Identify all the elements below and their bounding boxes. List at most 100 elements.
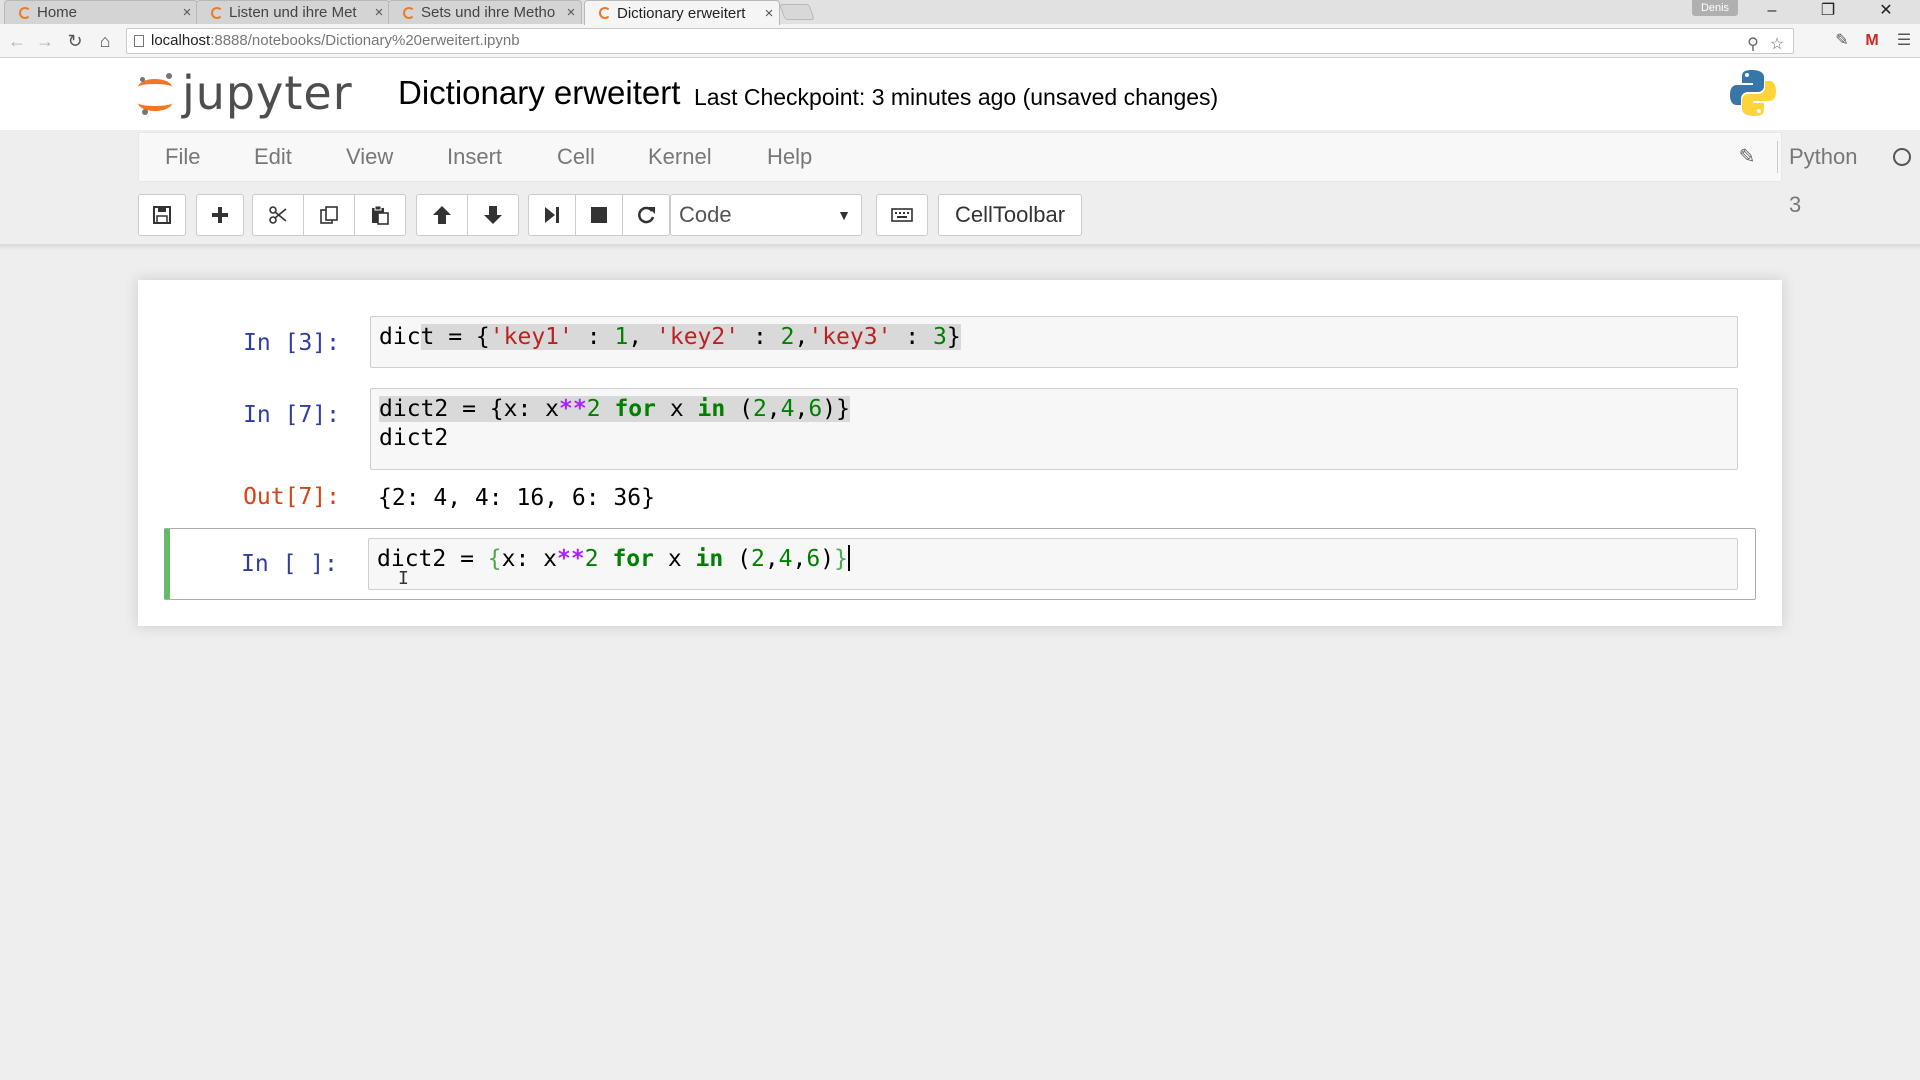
window-close-icon[interactable]: ✕ bbox=[1860, 0, 1912, 22]
output-prompt: Out[7]: bbox=[243, 484, 340, 510]
copy-icon bbox=[320, 206, 338, 224]
code-cell[interactable]: In [3]: dict = {'key1' : 1, 'key2' : 2,'… bbox=[166, 316, 1754, 370]
close-icon[interactable]: × bbox=[561, 4, 581, 21]
tab-title: Home bbox=[37, 4, 78, 21]
jupyter-favicon-icon bbox=[403, 6, 415, 19]
python-logo-icon bbox=[1730, 70, 1776, 116]
code-cell-selected[interactable]: In [ ]: dict2 = {x: x**2 for x in (2,4,6… bbox=[164, 528, 1756, 600]
menubar: File Edit View Insert Cell Kernel Help ✎… bbox=[138, 132, 1911, 217]
browser-tab-sets[interactable]: Sets und ihre Metho × bbox=[388, 0, 582, 24]
jupyter-favicon-icon bbox=[211, 6, 223, 19]
jupyter-header: jupyter Dictionary erweitert Last Checkp… bbox=[0, 58, 1920, 130]
close-icon[interactable]: × bbox=[177, 4, 197, 21]
header-shadow bbox=[0, 244, 1920, 250]
code-editor[interactable]: dict2 = {x: x**2 for x in (2,4,6)} dict2 bbox=[370, 388, 1738, 470]
save-button[interactable] bbox=[138, 194, 186, 236]
page-icon bbox=[134, 35, 144, 47]
input-prompt: In [7]: bbox=[243, 402, 340, 428]
browser-tab-home[interactable]: Home × bbox=[4, 0, 198, 24]
browser-tab-dictionary[interactable]: Dictionary erweitert × bbox=[584, 0, 780, 25]
jupyter-logo-icon bbox=[136, 71, 176, 115]
user-profile-badge[interactable]: Denis bbox=[1692, 0, 1738, 16]
back-arrow-icon[interactable]: ← bbox=[6, 30, 28, 52]
menu-insert[interactable]: Insert bbox=[447, 133, 502, 181]
move-cell-up-button[interactable] bbox=[416, 194, 468, 236]
tab-title: Dictionary erweitert bbox=[617, 4, 746, 22]
cell-type-select[interactable]: Code ▼ bbox=[670, 194, 862, 236]
input-prompt: In [3]: bbox=[243, 330, 340, 356]
menu-view[interactable]: View bbox=[346, 133, 393, 181]
code-line: dict2 = {x: x**2 for x in (2,4,6)} bbox=[379, 396, 850, 422]
url-path: :8888/notebooks/Dictionary%20erweitert.i… bbox=[210, 32, 520, 49]
notebook-container: In [3]: dict = {'key1' : 1, 'key2' : 2,'… bbox=[138, 280, 1782, 626]
keyboard-icon bbox=[891, 208, 913, 222]
interrupt-kernel-button[interactable] bbox=[575, 194, 623, 236]
browser-tabstrip: Home × Listen und ihre Met × Sets und ih… bbox=[0, 0, 1920, 25]
command-palette-button[interactable] bbox=[876, 194, 928, 236]
cut-button[interactable] bbox=[252, 194, 304, 236]
scissors-icon bbox=[269, 206, 287, 224]
cell-type-value: Code bbox=[679, 202, 732, 227]
restore-icon[interactable]: ❐ bbox=[1802, 0, 1854, 22]
jupyter-favicon-icon bbox=[599, 7, 611, 19]
menu-cell[interactable]: Cell bbox=[557, 133, 595, 181]
gmail-icon[interactable]: M bbox=[1860, 30, 1884, 52]
code-line: dict = {'key1' : 1, 'key2' : 2,'key3' : … bbox=[379, 324, 961, 350]
paste-icon bbox=[372, 205, 389, 225]
home-icon[interactable]: ⌂ bbox=[94, 30, 116, 52]
menu-edit[interactable]: Edit bbox=[254, 133, 292, 181]
paste-button[interactable] bbox=[354, 194, 406, 236]
kernel-name: Python 3 bbox=[1789, 144, 1858, 217]
code-line: dict2 = {x: x**2 for x in (2,4,6)} bbox=[377, 545, 850, 572]
menu-file[interactable]: File bbox=[165, 133, 200, 181]
code-cell[interactable]: In [7]: dict2 = {x: x**2 for x in (2,4,6… bbox=[166, 388, 1754, 511]
arrow-down-icon bbox=[484, 206, 502, 224]
insert-cell-button[interactable] bbox=[196, 194, 244, 236]
minimize-icon[interactable]: – bbox=[1746, 0, 1798, 22]
browser-tab-listen[interactable]: Listen und ihre Met × bbox=[196, 0, 390, 24]
kernel-idle-indicator-icon bbox=[1893, 148, 1911, 166]
logo-text: jupyter bbox=[182, 66, 353, 120]
code-line: dict2 bbox=[379, 425, 449, 451]
close-icon[interactable]: × bbox=[369, 4, 389, 21]
celltoolbar-button[interactable]: CellToolbar bbox=[938, 194, 1082, 236]
move-cell-down-button[interactable] bbox=[467, 194, 519, 236]
input-prompt: In [ ]: bbox=[241, 551, 338, 577]
tab-title: Listen und ihre Met bbox=[229, 4, 357, 21]
copy-button[interactable] bbox=[303, 194, 355, 236]
forward-arrow-icon[interactable]: → bbox=[34, 30, 56, 52]
kernel-separator bbox=[1777, 141, 1778, 173]
browser-addressbar: ← → ↻ ⌂ localhost:8888/notebooks/Diction… bbox=[0, 24, 1920, 58]
run-cell-button[interactable] bbox=[528, 194, 576, 236]
save-icon bbox=[153, 206, 171, 224]
extension-pen-icon[interactable]: ✎ bbox=[1830, 30, 1854, 52]
text-cursor bbox=[847, 545, 850, 571]
restart-kernel-button[interactable] bbox=[622, 194, 670, 236]
arrow-up-icon bbox=[433, 206, 451, 224]
mouse-ibeam-cursor-icon: I bbox=[398, 568, 409, 589]
code-editor[interactable]: dict2 = {x: x**2 for x in (2,4,6)} bbox=[368, 538, 1738, 590]
close-icon[interactable]: × bbox=[759, 5, 779, 22]
tab-title: Sets und ihre Metho bbox=[421, 4, 556, 21]
jupyter-favicon-icon bbox=[19, 6, 31, 19]
browser-menu-icon[interactable]: ☰ bbox=[1892, 30, 1916, 52]
new-tab-button[interactable] bbox=[779, 4, 815, 20]
plus-icon bbox=[212, 207, 228, 223]
step-forward-icon bbox=[545, 207, 559, 223]
menu-help[interactable]: Help bbox=[767, 133, 812, 181]
reload-icon[interactable]: ↻ bbox=[64, 30, 86, 52]
code-editor[interactable]: dict = {'key1' : 1, 'key2' : 2,'key3' : … bbox=[370, 316, 1738, 368]
url-host: localhost bbox=[151, 32, 211, 49]
bookmark-star-icon[interactable]: ☆ bbox=[1767, 35, 1787, 55]
caret-down-icon: ▼ bbox=[837, 207, 851, 223]
zoom-icon[interactable]: ⚲ bbox=[1743, 35, 1763, 55]
checkpoint-status: Last Checkpoint: 3 minutes ago (unsaved … bbox=[694, 84, 1219, 110]
refresh-icon bbox=[638, 206, 655, 224]
stop-icon bbox=[591, 207, 607, 223]
jupyter-logo[interactable]: jupyter bbox=[136, 68, 353, 118]
menu-kernel[interactable]: Kernel bbox=[648, 133, 712, 181]
cell-output: {2: 4, 4: 16, 6: 36} bbox=[378, 485, 655, 511]
notebook-name[interactable]: Dictionary erweitert bbox=[398, 74, 680, 112]
url-input[interactable]: localhost:8888/notebooks/Dictionary%20er… bbox=[126, 28, 1794, 54]
edit-mode-pencil-icon: ✎ bbox=[1738, 146, 1756, 168]
